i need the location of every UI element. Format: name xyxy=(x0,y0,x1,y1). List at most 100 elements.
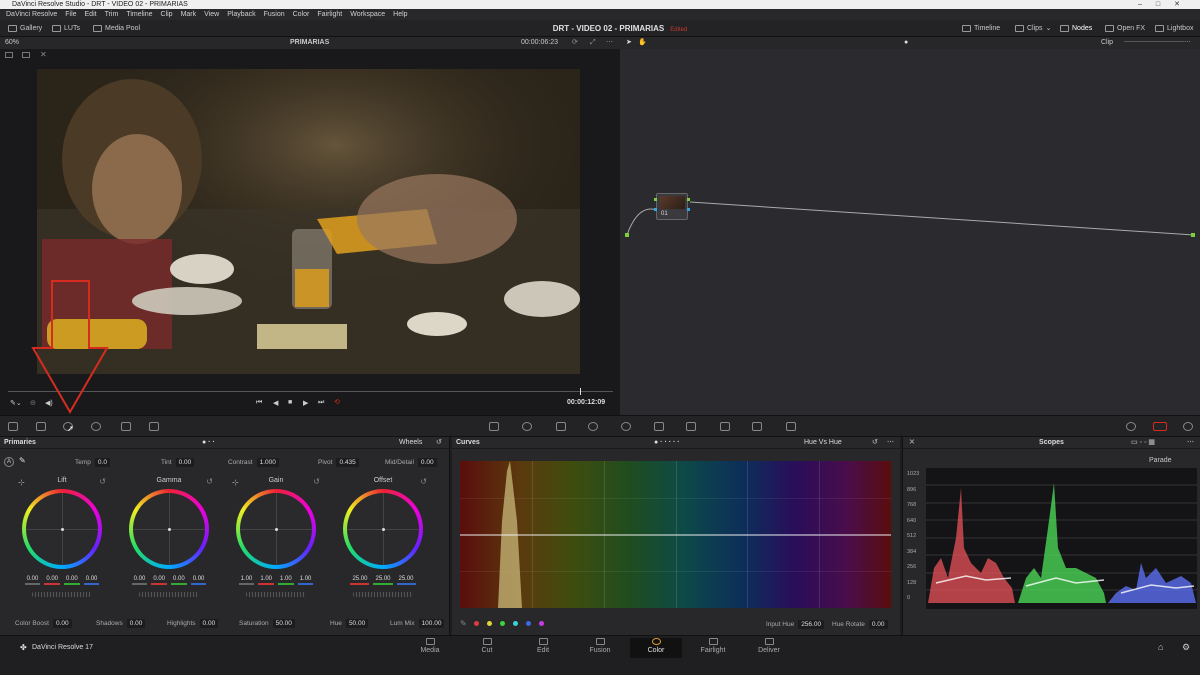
color-dot[interactable] xyxy=(487,621,492,626)
temp-control[interactable]: Temp 0.0 xyxy=(75,458,110,467)
go-to-start-icon[interactable]: ⏮ xyxy=(256,399,262,407)
offset-color-wheel[interactable] xyxy=(343,489,423,569)
gallery-button[interactable]: Gallery xyxy=(8,23,42,34)
rgb-mixer-icon[interactable] xyxy=(91,422,101,431)
reset-icon[interactable]: ↺ xyxy=(420,477,427,486)
play-reverse-icon[interactable]: ◀ xyxy=(273,399,278,407)
menu-workspace[interactable]: Workspace xyxy=(350,9,385,20)
menu-trim[interactable]: Trim xyxy=(105,9,119,20)
eyedropper-icon[interactable]: ✎⌄ xyxy=(10,399,22,407)
reset-icon[interactable]: ↺ xyxy=(206,477,213,486)
color-dot[interactable] xyxy=(500,621,505,626)
color-dot[interactable] xyxy=(513,621,518,626)
more-options-icon[interactable]: ⋯ xyxy=(606,37,613,49)
color-dot[interactable] xyxy=(539,621,544,626)
reset-icon[interactable]: ↺ xyxy=(99,477,106,486)
color-dot[interactable] xyxy=(526,621,531,626)
hue-value[interactable]: 50.00 xyxy=(345,619,369,628)
open-fx-button[interactable]: Open FX xyxy=(1105,23,1145,34)
master-wheel[interactable] xyxy=(139,592,199,597)
color-warper-icon[interactable] xyxy=(522,422,532,431)
primaries-mode-dropdown[interactable]: Wheels xyxy=(399,437,422,449)
curves-icon[interactable] xyxy=(489,422,499,431)
node-zoom-slider[interactable] xyxy=(1124,41,1184,42)
color-boost-value[interactable]: 0.00 xyxy=(52,619,72,628)
white-balance-picker-icon[interactable]: ✎ xyxy=(19,456,26,465)
page-deliver[interactable]: Deliver xyxy=(743,638,795,658)
color-match-icon[interactable] xyxy=(36,422,46,431)
middetail-control[interactable]: Mid/Detail 0.00 xyxy=(385,458,437,467)
zoom-dropdown[interactable]: 60% xyxy=(5,37,19,49)
contrast-value[interactable]: 1.000 xyxy=(256,458,279,467)
value-r[interactable]: 1.00 xyxy=(258,575,274,585)
node-input-alpha[interactable] xyxy=(654,208,657,211)
loop-playback-icon[interactable]: ⟲ xyxy=(334,398,340,406)
menu-file[interactable]: File xyxy=(65,9,76,20)
value-g[interactable]: 25.00 xyxy=(373,575,393,585)
value-r[interactable]: 0.00 xyxy=(44,575,60,585)
close-icon[interactable]: ✕ xyxy=(909,437,915,449)
value-b[interactable]: 25.00 xyxy=(396,575,416,585)
color-dot[interactable] xyxy=(474,621,479,626)
hue-rotate-value[interactable]: 0.00 xyxy=(868,620,888,629)
more-options-icon[interactable]: ⋯ xyxy=(887,437,894,449)
pivot-value[interactable]: 0.435 xyxy=(336,458,359,467)
page-cut[interactable]: Cut xyxy=(461,638,513,658)
timeline-button[interactable]: Timeline xyxy=(962,23,1000,34)
master-wheel[interactable] xyxy=(32,592,92,597)
node-input-rgb[interactable] xyxy=(654,198,657,201)
saturation-control[interactable]: Saturation 50.00 xyxy=(239,619,295,628)
playhead[interactable] xyxy=(580,388,581,395)
info-icon[interactable] xyxy=(1183,422,1193,431)
page-edit[interactable]: Edit xyxy=(517,638,569,658)
menu-fusion[interactable]: Fusion xyxy=(264,9,285,20)
reset-icon[interactable]: ↺ xyxy=(872,437,878,449)
menu-edit[interactable]: Edit xyxy=(85,9,97,20)
menu-timeline[interactable]: Timeline xyxy=(126,9,152,20)
master-wheel[interactable] xyxy=(353,592,413,597)
nodes-button[interactable]: Nodes xyxy=(1060,23,1092,34)
master-wheel[interactable] xyxy=(246,592,306,597)
saturation-value[interactable]: 50.00 xyxy=(272,619,295,628)
sizing-icon[interactable] xyxy=(752,422,762,431)
node-output-alpha[interactable] xyxy=(687,208,690,211)
value-b[interactable]: 1.00 xyxy=(297,575,314,585)
scope-type-dropdown[interactable]: Parade xyxy=(1149,457,1172,464)
tracker-icon[interactable] xyxy=(621,422,631,431)
tint-control[interactable]: Tint 0.00 xyxy=(161,458,195,467)
value-g[interactable]: 0.00 xyxy=(171,575,187,585)
window-icon[interactable] xyxy=(588,422,598,431)
value-b[interactable]: 0.00 xyxy=(190,575,207,585)
key-icon[interactable] xyxy=(720,422,730,431)
play-icon[interactable]: ▶ xyxy=(303,399,308,407)
picker-icon[interactable]: ✎ xyxy=(460,619,467,628)
input-hue-value[interactable]: 256.00 xyxy=(798,620,825,629)
highlight-icon[interactable]: ✕ xyxy=(40,50,47,59)
pointer-icon[interactable]: ➤ xyxy=(626,37,632,49)
gamma-color-wheel[interactable] xyxy=(129,489,209,569)
temp-value[interactable]: 0.0 xyxy=(94,458,110,467)
page-fairlight[interactable]: Fairlight xyxy=(687,638,739,658)
node-mode-dropdown[interactable]: Clip xyxy=(1101,37,1113,49)
value-r[interactable]: 25.00 xyxy=(350,575,370,585)
layout-icon[interactable]: ▭ ▫ ▫ ▦ xyxy=(1131,437,1155,449)
menu-view[interactable]: View xyxy=(204,9,219,20)
go-to-end-icon[interactable]: ⏭ xyxy=(318,399,324,407)
qualifier-icon[interactable] xyxy=(556,422,566,431)
fullscreen-icon[interactable]: ⤢ xyxy=(590,37,596,49)
node-graph[interactable] xyxy=(620,49,1200,415)
pivot-control[interactable]: Pivot 0.435 xyxy=(318,458,359,467)
clips-button[interactable]: Clips ⌄ xyxy=(1015,23,1051,34)
home-icon[interactable]: ⌂ xyxy=(1158,642,1163,652)
value-y[interactable]: 0.00 xyxy=(24,575,41,585)
image-wipe-icon[interactable] xyxy=(22,52,30,58)
camera-raw-icon[interactable] xyxy=(8,422,18,431)
value-b[interactable]: 0.00 xyxy=(83,575,100,585)
settings-gear-icon[interactable]: ⚙ xyxy=(1182,642,1190,653)
node-output-rgb[interactable] xyxy=(687,198,690,201)
curves-mode-dropdown[interactable]: Hue Vs Hue xyxy=(804,437,842,449)
menu-help[interactable]: Help xyxy=(393,9,407,20)
color-boost-control[interactable]: Color Boost 0.00 xyxy=(15,619,72,628)
hand-icon[interactable]: ✋ xyxy=(638,37,647,49)
hue-control[interactable]: Hue 50.00 xyxy=(330,619,369,628)
